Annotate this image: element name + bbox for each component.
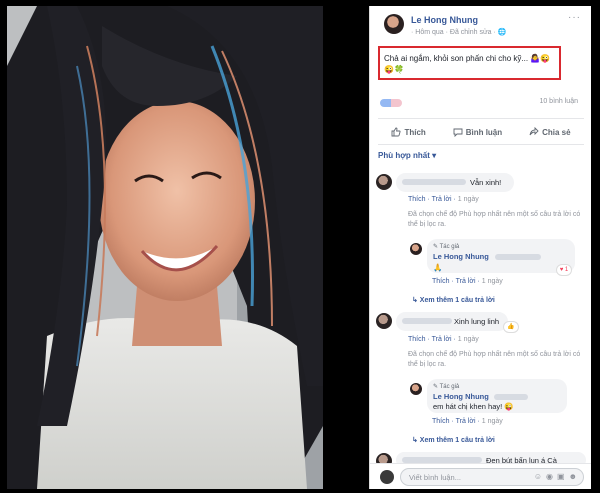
portrait-image — [7, 6, 323, 489]
action-bar: Thích Bình luận Chia sẻ — [378, 123, 584, 141]
reaction-icons[interactable] — [380, 99, 402, 107]
reply-time[interactable]: 1 ngày — [482, 278, 503, 285]
comment-input[interactable]: Viết bình luận... ☺ ◉ ▣ ☻ — [400, 468, 584, 486]
comment-button[interactable]: Bình luận — [453, 127, 502, 137]
post-header: Le Hong Nhung · Hôm qua · Đã chỉnh sửa ·… — [370, 6, 591, 42]
thumbs-up-icon — [392, 127, 401, 137]
reply-author-avatar[interactable] — [410, 243, 422, 255]
author-tag: ✎ Tác giả — [433, 244, 460, 250]
comment-like-link[interactable]: Thích — [408, 336, 426, 343]
filter-notice: Đã chọn chế độ Phù hợp nhất nên một số c… — [408, 351, 581, 368]
redacted-mention — [494, 254, 541, 261]
heart-reaction-icon[interactable]: ♥ 1 — [557, 265, 571, 275]
reply-author-avatar[interactable] — [410, 383, 422, 395]
comment-composer: Viết bình luận... ☺ ◉ ▣ ☻ — [370, 463, 591, 489]
comment-icon — [453, 128, 463, 137]
post-text: Chả ai ngắm, khỏi son phấn chi cho kỹ...… — [384, 54, 551, 74]
reply-text: em hát chị khen hay! 😜 — [433, 402, 514, 411]
divider — [378, 118, 584, 119]
like-label: Thích — [404, 127, 426, 137]
comment-text: Xinh lung linh — [454, 317, 500, 326]
gif-icon[interactable]: ▣ — [557, 472, 565, 481]
reply-line: Le Hong Nhung — [433, 392, 565, 401]
reply-like-link[interactable]: Thích — [432, 278, 450, 285]
reply-reply-link[interactable]: Trả lời — [456, 278, 476, 285]
post-text-highlight: Chả ai ngắm, khỏi son phấn chi cho kỹ...… — [378, 46, 561, 80]
comments-count[interactable]: 10 bình luận — [539, 98, 578, 105]
comment-actions: Thích · Trả lời · 1 ngày — [408, 196, 479, 203]
comment-like-link[interactable]: Thích — [408, 196, 426, 203]
reply-bubble: ✎ Tác giả Le Hong Nhung em hát chị khen … — [427, 379, 567, 413]
redacted-mention — [493, 394, 528, 401]
camera-icon[interactable]: ◉ — [546, 472, 553, 481]
reply-line: Le Hong Nhung — [433, 252, 573, 261]
comment-actions: Thích · Trả lời · 1 ngày — [408, 336, 479, 343]
reply-time[interactable]: 1 ngày — [482, 418, 503, 425]
commenter-avatar[interactable] — [376, 313, 392, 329]
see-more-replies-link[interactable]: ↳ Xem thêm 1 câu trả lời — [412, 296, 495, 304]
comment-reply-link[interactable]: Trả lời — [432, 336, 452, 343]
emoji-icon[interactable]: ☺ — [534, 472, 542, 481]
author-tag: ✎ Tác giả — [433, 384, 460, 390]
filter-notice: Đã chọn chế độ Phù hợp nhất nên một số c… — [408, 211, 581, 228]
share-icon — [529, 127, 539, 136]
post-meta: · Hôm qua · Đã chỉnh sửa · 🌐 — [411, 29, 507, 36]
see-more-replies-link[interactable]: ↳ Xem thêm 1 câu trả lời — [412, 436, 495, 444]
comment-bubble: Vẫn xinh! — [396, 173, 514, 192]
post-panel: Le Hong Nhung · Hôm qua · Đã chỉnh sửa ·… — [369, 6, 591, 489]
like-button[interactable]: Thích — [391, 127, 426, 137]
screenshot-frame: Le Hong Nhung · Hôm qua · Đã chỉnh sửa ·… — [0, 0, 600, 493]
comment-bubble: Xinh lung linh 👍 — [396, 312, 518, 332]
reply-author-name[interactable]: Le Hong Nhung — [433, 392, 489, 401]
author-avatar[interactable] — [384, 14, 404, 34]
reply-like-link[interactable]: Thích — [432, 418, 450, 425]
comment-input-placeholder: Viết bình luận... — [409, 473, 461, 482]
redacted-name — [402, 179, 466, 185]
reply-actions: Thích · Trả lời · 1 ngày — [432, 418, 503, 425]
reply-actions: Thích · Trả lời · 1 ngày — [432, 278, 503, 285]
divider — [378, 144, 584, 145]
author-name[interactable]: Le Hong Nhung — [411, 15, 478, 25]
current-user-avatar — [380, 470, 394, 484]
reply-bubble: ✎ Tác giả Le Hong Nhung 🙏 ♥ 1 — [427, 239, 575, 275]
commenter-avatar[interactable] — [376, 174, 392, 190]
more-options-icon[interactable]: ··· — [568, 12, 581, 23]
redacted-name — [402, 318, 452, 324]
composer-icons: ☺ ◉ ▣ ☻ — [534, 472, 577, 481]
comment-time[interactable]: 1 ngày — [458, 336, 479, 343]
comment-label: Bình luận — [465, 127, 503, 137]
like-reaction-icon[interactable]: 👍 — [504, 322, 518, 332]
share-button[interactable]: Chia sẻ — [529, 127, 571, 137]
post-photo[interactable] — [7, 6, 323, 489]
sticker-icon[interactable]: ☻ — [569, 472, 577, 481]
comment-time[interactable]: 1 ngày — [458, 196, 479, 203]
share-label: Chia sẻ — [542, 127, 571, 137]
comment-text: Vẫn xinh! — [470, 178, 502, 187]
reply-text: 🙏 — [433, 263, 443, 272]
reply-author-name[interactable]: Le Hong Nhung — [433, 252, 489, 261]
comment-sort-dropdown[interactable]: Phù hợp nhất ▾ — [378, 151, 436, 160]
reply-reply-link[interactable]: Trả lời — [456, 418, 476, 425]
comment-reply-link[interactable]: Trả lời — [432, 196, 452, 203]
reactions-bar[interactable]: 10 bình luận — [378, 98, 578, 110]
